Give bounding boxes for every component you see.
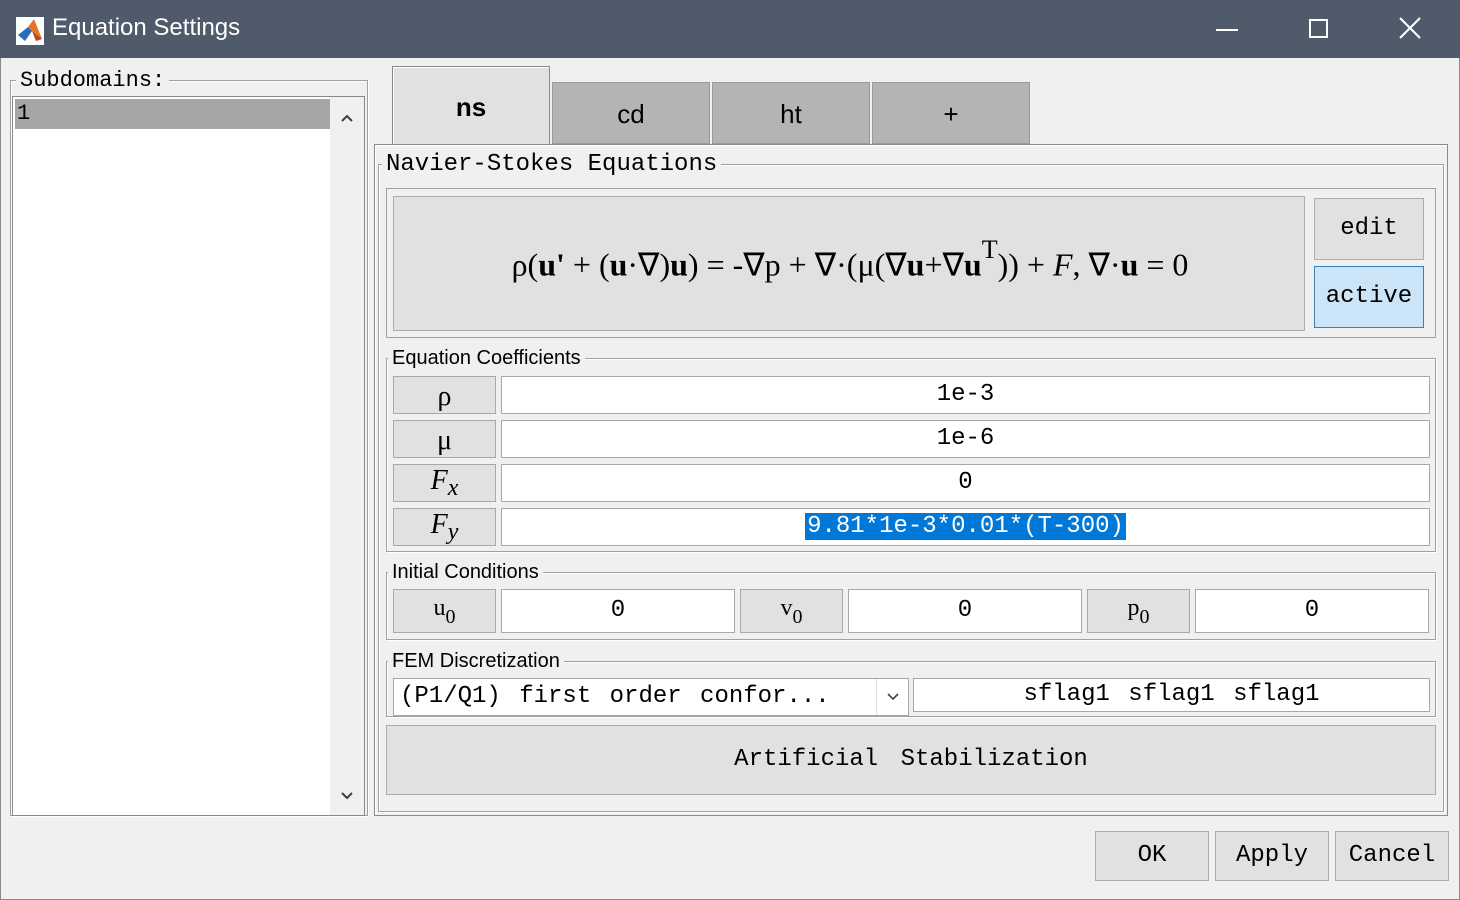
v0-field[interactable]: 0: [848, 589, 1082, 633]
minimize-button[interactable]: [1180, 0, 1272, 58]
fx-field[interactable]: 0: [501, 464, 1430, 502]
dropdown-button[interactable]: [876, 679, 908, 715]
fem-flags-field[interactable]: sflag1 sflag1 sflag1: [913, 678, 1430, 712]
subdomain-list[interactable]: 1: [12, 96, 365, 816]
u0-field[interactable]: 0: [501, 589, 735, 633]
minimize-icon: [1216, 29, 1238, 31]
chevron-down-icon: [887, 693, 899, 701]
fy-label: Fy: [393, 508, 496, 546]
fx-label: Fx: [393, 464, 496, 502]
subdomains-legend: Subdomains:: [16, 68, 170, 93]
close-button[interactable]: [1364, 0, 1456, 58]
initial-conditions-legend: Initial Conditions: [388, 561, 543, 584]
tab-ht[interactable]: ht: [712, 82, 870, 144]
coefficients-legend: Equation Coefficients: [388, 347, 585, 370]
fem-legend: FEM Discretization: [388, 650, 564, 673]
maximize-button[interactable]: [1272, 0, 1364, 58]
fem-dropdown-value: (P1/Q1) first order confor...: [400, 683, 830, 710]
scroll-down-icon[interactable]: [339, 788, 355, 804]
close-icon: [1399, 17, 1421, 39]
window-title: Equation Settings: [52, 14, 241, 41]
list-scrollbar[interactable]: [330, 97, 364, 815]
artificial-stabilization-button[interactable]: Artificial Stabilization: [386, 725, 1436, 795]
equation-text: ρ(u' + (u·∇)u) = -∇p + ∇·(μ(∇u+∇uT)) + F…: [511, 235, 1189, 283]
p0-label: p0: [1087, 589, 1190, 633]
v0-label: v0: [740, 589, 843, 633]
mu-label: μ: [393, 420, 496, 458]
ok-button[interactable]: OK: [1095, 831, 1209, 881]
scroll-up-icon[interactable]: [339, 110, 355, 126]
rho-field[interactable]: 1e-3: [501, 376, 1430, 414]
navier-stokes-legend: Navier-Stokes Equations: [382, 151, 722, 178]
fy-field[interactable]: 9.81*1e-3*0.01*(T-300): [501, 508, 1430, 546]
cancel-button[interactable]: Cancel: [1335, 831, 1449, 881]
equation-display: ρ(u' + (u·∇)u) = -∇p + ∇·(μ(∇u+∇uT)) + F…: [393, 196, 1305, 331]
active-button[interactable]: active: [1314, 266, 1424, 328]
tab-ns[interactable]: ns: [392, 66, 550, 146]
fy-selected-text: 9.81*1e-3*0.01*(T-300): [805, 513, 1126, 540]
matlab-app-icon: [16, 17, 44, 45]
rho-label: ρ: [393, 376, 496, 414]
apply-button[interactable]: Apply: [1215, 831, 1329, 881]
subdomain-item-1[interactable]: 1: [15, 99, 331, 129]
tab-cd[interactable]: cd: [552, 82, 710, 144]
maximize-icon: [1309, 19, 1328, 38]
p0-field[interactable]: 0: [1195, 589, 1429, 633]
fem-dropdown[interactable]: (P1/Q1) first order confor...: [393, 678, 909, 716]
tab-add[interactable]: +: [872, 82, 1030, 144]
mu-field[interactable]: 1e-6: [501, 420, 1430, 458]
u0-label: u0: [393, 589, 496, 633]
edit-button[interactable]: edit: [1314, 198, 1424, 260]
